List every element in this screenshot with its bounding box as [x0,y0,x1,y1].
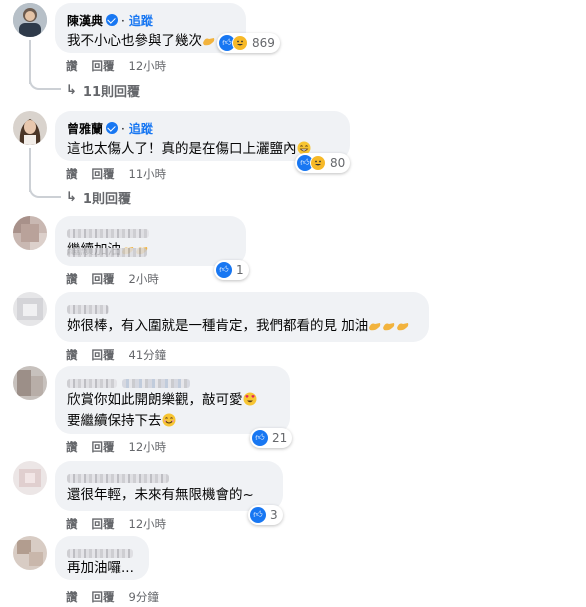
reaction-count: 80 [330,156,346,170]
commenter-name[interactable] [67,223,234,257]
commenter-name[interactable]: 曾雅蘭 [67,122,103,136]
reaction-summary[interactable]: 👍︎ 3 [248,505,283,525]
avatar[interactable] [13,536,47,570]
avatar-image [13,3,47,37]
reply-button[interactable]: 回覆 [92,590,115,604]
view-replies-link[interactable]: ↳ 11則回覆 [66,81,140,100]
timestamp[interactable]: 12小時 [129,440,167,454]
comment-text: 還很年輕，未來有無限機會的~ [67,487,254,503]
like-reaction-icon: 👍︎ [216,262,232,278]
comment-bubble: 欣賞你如此開朗樂觀，敲可愛 要繼續保持下去 [55,366,290,434]
reply-button[interactable]: 回覆 [92,167,115,181]
like-button[interactable]: 讚 [66,440,78,454]
smiling-emoji [162,413,176,433]
like-button[interactable]: 讚 [66,167,78,181]
avatar[interactable] [13,111,47,145]
commenter-name[interactable] [67,373,278,388]
reaction-summary[interactable]: 👍︎ 869 [217,33,280,53]
timestamp[interactable]: 9分鐘 [129,590,159,604]
avatar[interactable] [13,461,47,495]
comment-actions: 讚回覆 2小時 [66,271,173,287]
reply-button[interactable]: 回覆 [92,59,115,73]
comment-text: 妳很棒，有入圍就是一種肯定，我們都看的見 加油 [67,318,369,334]
reply-arrow-icon: ↳ [66,190,77,205]
reaction-summary[interactable]: 👍︎ 80 [295,153,351,173]
avatar-image [13,536,47,570]
flexed-biceps-emoji [202,34,216,53]
comment-text: 再加油囉... [67,560,134,576]
avatar[interactable] [13,3,47,37]
commenter-name[interactable] [67,299,417,314]
comment-bubble: 還很年輕，未來有無限機會的~ [55,461,283,511]
flexed-biceps-emoji [368,319,410,338]
like-button[interactable]: 讚 [66,517,78,531]
commenter-name[interactable] [67,468,271,483]
like-reaction-icon: 👍︎ [250,507,266,523]
comment-actions: 讚回覆 12小時 [66,439,180,455]
comment-bubble: 再加油囉... [55,536,149,580]
reaction-count: 21 [272,431,288,445]
timestamp[interactable]: 12小時 [129,59,167,73]
comment-text-line: 要繼續保持下去 [67,413,162,429]
avatar-image [13,366,47,400]
commenter-name[interactable]: 陳漢典 [67,14,103,28]
reply-button[interactable]: 回覆 [92,440,115,454]
avatar-image [13,292,47,326]
reaction-count: 869 [252,36,275,50]
comment-actions: 讚回覆 41分鐘 [66,347,180,363]
like-reaction-icon: 👍︎ [252,430,268,446]
reply-button[interactable]: 回覆 [92,348,115,362]
reaction-count: 1 [236,263,244,277]
timestamp[interactable]: 41分鐘 [129,348,167,362]
like-button[interactable]: 讚 [66,59,78,73]
timestamp[interactable]: 2小時 [129,272,159,286]
avatar[interactable] [13,216,47,250]
comment-bubble: 繼續加油 [55,216,246,266]
verified-badge-icon [106,122,119,134]
reaction-summary[interactable]: 👍︎ 1 [214,260,249,280]
comment-actions: 讚回覆 12小時 [66,516,180,532]
avatar[interactable] [13,292,47,326]
like-button[interactable]: 讚 [66,272,78,286]
follow-button[interactable]: 追蹤 [129,14,153,28]
reply-button[interactable]: 回覆 [92,272,115,286]
reaction-summary[interactable]: 👍︎ 21 [250,428,293,448]
reaction-count: 3 [270,508,278,522]
avatar-image [13,461,47,495]
commenter-name[interactable] [67,543,137,558]
comment-actions: 讚回覆 11小時 [66,166,180,182]
haha-reaction-icon [232,35,248,51]
thread-connector [29,76,61,90]
comment-text: 我不小心也參與了幾次 [67,33,202,49]
avatar-image [13,216,47,250]
comment-bubble: 妳很棒，有入圍就是一種肯定，我們都看的見 加油 [55,292,429,342]
avatar[interactable] [13,366,47,400]
verified-badge-icon [106,14,119,26]
timestamp[interactable]: 11小時 [129,167,167,181]
reply-button[interactable]: 回覆 [92,517,115,531]
comment-text: 這也太傷人了！真的是在傷口上灑鹽內 [67,141,297,157]
comment-actions: 讚回覆 12小時 [66,58,180,74]
heart-eyes-emoji [243,392,257,412]
comment-actions: 讚回覆 9分鐘 [66,589,173,605]
haha-reaction-icon [310,155,326,171]
comment-text-line: 欣賞你如此開朗樂觀，敲可愛 [67,392,243,408]
timestamp[interactable]: 12小時 [129,517,167,531]
view-replies-link[interactable]: ↳ 1則回覆 [66,188,131,207]
like-button[interactable]: 讚 [66,590,78,604]
thread-connector [29,184,61,198]
reply-arrow-icon: ↳ [66,83,77,98]
like-button[interactable]: 讚 [66,348,78,362]
avatar-image [13,111,47,145]
follow-button[interactable]: 追蹤 [129,122,153,136]
